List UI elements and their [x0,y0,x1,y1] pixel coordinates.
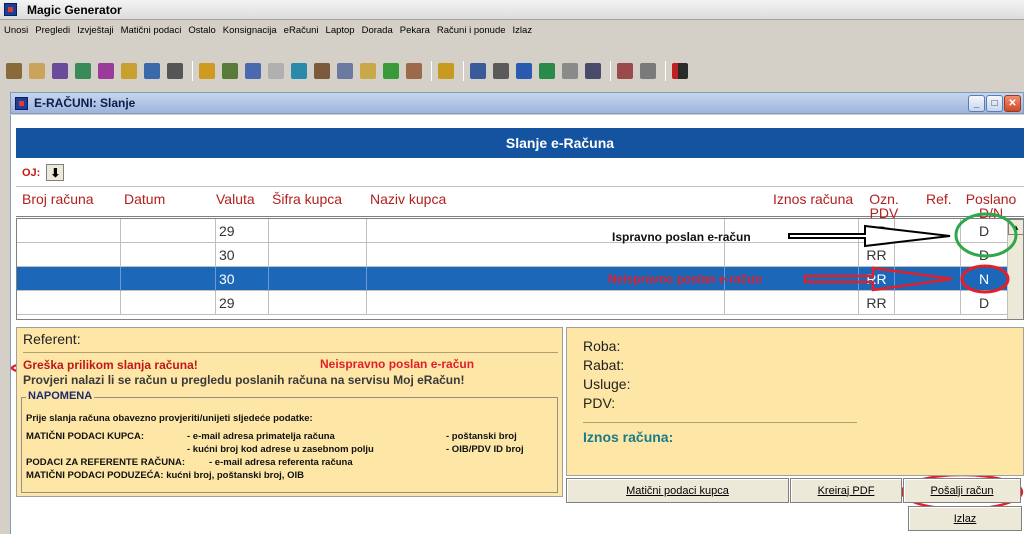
iznos-racuna-label: Iznos računa: [583,429,674,445]
kupac-label: MATIČNI PODACI KUPCA: [26,431,145,442]
kupac-item-kucni: - kućni broj kod adrese u zasebnom polju [187,444,374,455]
divider [583,422,857,423]
kupac-item-email: - e-mail adresa primatelja računa [187,431,335,442]
arrow-error-icon [803,266,953,292]
annotation-error-row: Neispravno poslan e-račun [608,272,763,286]
usluge-label: Usluge: [583,376,631,392]
error-message: Greška prilikom slanja računa! [23,358,198,372]
roba-label: Roba: [583,338,621,354]
kreiraj-pdf-button[interactable]: Kreiraj PDF [790,478,902,503]
kupac-item-oib: - OIB/PDV ID broj [446,444,524,455]
screen: Magic Generator Unosi Pregledi Izvještaj… [0,0,1024,534]
posalji-racun-button[interactable]: Pošalji račun [903,478,1021,503]
referent-panel: Referent: Greška prilikom slanja računa!… [16,327,563,497]
error-circle [960,264,1010,294]
rabat-label: Rabat: [583,357,625,373]
izlaz-button[interactable]: Izlaz [908,506,1022,531]
totals-panel: Roba: Rabat: Usluge: PDV: Iznos računa: [566,327,1024,476]
napomena-intro: Prije slanja računa obavezno provjeriti/… [26,413,313,424]
referent-label: Referent: [23,331,81,347]
error-hint: Provjeri nalazi li se račun u pregledu p… [23,373,465,387]
ok-circle [954,212,1018,258]
referent-item-email: - e-mail adresa referenta računa [209,457,353,468]
poduzece-line: MATIČNI PODACI PODUZEĆA: kućni broj, poš… [26,470,304,481]
arrow-ok-icon [788,224,951,248]
kupac-item-postanski: - poštanski broj [446,431,517,442]
annotation-error-panel: Neispravno poslan e-račun [320,357,475,371]
pdv-label: PDV: [583,395,616,411]
divider [23,352,558,353]
referent-data-label: PODACI ZA REFERENTE RAČUNA: [26,457,186,468]
napomena-title: NAPOMENA [26,390,95,402]
annotation-ok: Ispravno poslan e-račun [612,230,751,244]
napomena-box: NAPOMENA Prije slanja računa obavezno pr… [21,390,558,493]
maticni-podaci-kupca-button[interactable]: Matični podaci kupca [566,478,789,503]
